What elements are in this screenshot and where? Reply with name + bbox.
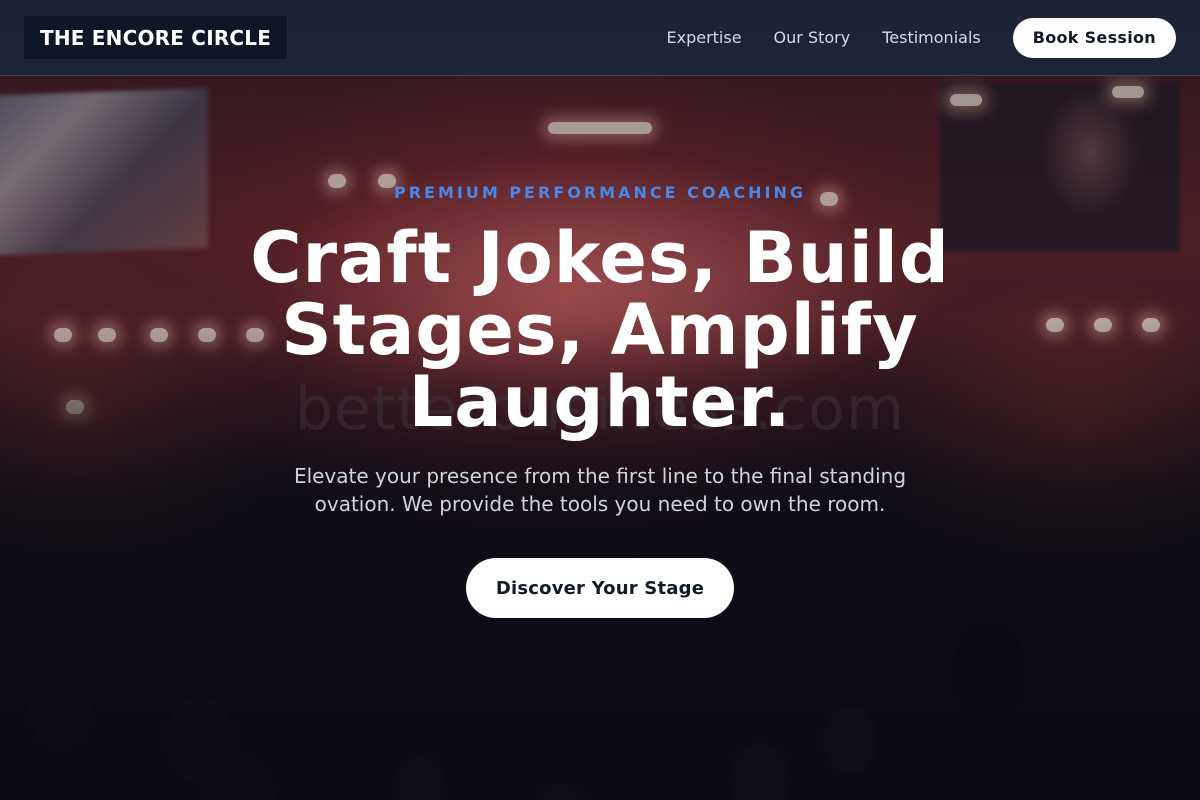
hero-eyebrow: PREMIUM PERFORMANCE COACHING <box>393 183 806 202</box>
nav-link-testimonials[interactable]: Testimonials <box>882 28 981 47</box>
nav-link-our-story[interactable]: Our Story <box>774 28 851 47</box>
discover-your-stage-button[interactable]: Discover Your Stage <box>466 558 734 618</box>
nav-links: Expertise Our Story Testimonials Book Se… <box>666 17 1176 58</box>
hero-headline: Craft Jokes, Build Stages, Amplify Laugh… <box>250 217 950 443</box>
nav-link-expertise[interactable]: Expertise <box>666 28 741 47</box>
book-session-button[interactable]: Book Session <box>1012 17 1176 58</box>
hero-section: PREMIUM PERFORMANCE COACHING Craft Jokes… <box>0 76 1200 800</box>
hero-subtext: Elevate your presence from the first lin… <box>293 464 907 516</box>
navbar: THE ENCORE CIRCLE Expertise Our Story Te… <box>0 0 1200 76</box>
brand-logo[interactable]: THE ENCORE CIRCLE <box>24 16 288 59</box>
